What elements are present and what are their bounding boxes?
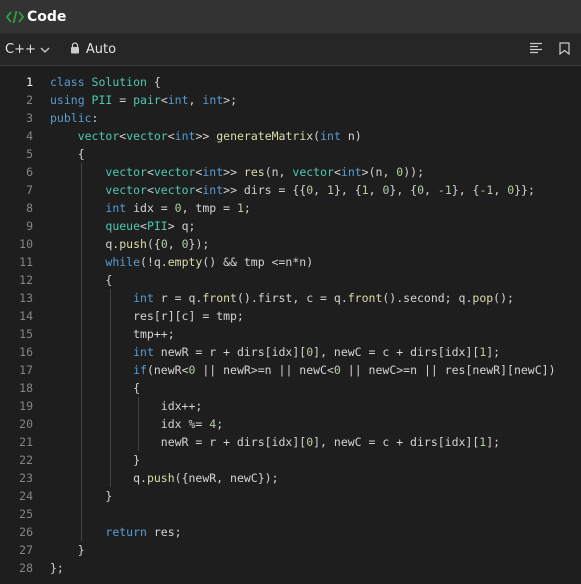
code-text: int r = q.front().first, c = q.front().s…: [133, 291, 514, 305]
code-text: idx++;: [50, 399, 203, 413]
line-number: 28: [19, 561, 33, 575]
bookmark-icon[interactable]: [557, 41, 571, 55]
code-text: tmp++;: [50, 327, 175, 341]
line-number: 6: [26, 165, 33, 179]
code-text: newR = r + dirs[idx][0], newC = c + dirs…: [50, 435, 501, 449]
format-icon[interactable]: [529, 41, 543, 55]
code-line[interactable]: 6 vector<vector<int>> res(n, vector<int>…: [0, 163, 581, 181]
line-number: 12: [19, 273, 33, 287]
code-text: using PII = pair<int, int>;: [50, 93, 238, 107]
line-number: 18: [19, 381, 33, 395]
line-number: 17: [19, 363, 33, 377]
line-number: 4: [26, 129, 33, 143]
indent-guide: [80, 163, 82, 541]
code-line[interactable]: 1 class Solution {: [0, 73, 581, 91]
line-number: 19: [19, 399, 33, 413]
code-text: {: [50, 147, 85, 161]
code-line[interactable]: 14 res[r][c] = tmp;: [0, 307, 581, 325]
code-line[interactable]: 27 }: [0, 541, 581, 559]
code-line[interactable]: 11 while(!q.empty() && tmp <=n*n): [0, 253, 581, 271]
code-text: return res;: [105, 525, 182, 539]
line-number: 24: [19, 489, 33, 503]
line-number: 22: [19, 453, 33, 467]
line-number: 25: [19, 507, 33, 521]
code-text: int newR = r + dirs[idx][0], newC = c + …: [133, 345, 501, 359]
line-number: 21: [19, 435, 33, 449]
indent-guide: [109, 289, 111, 487]
code-text: res[r][c] = tmp;: [50, 309, 244, 323]
code-text: q.push({newR, newC});: [50, 471, 279, 485]
code-line[interactable]: 28};: [0, 559, 581, 577]
line-number: 23: [19, 471, 33, 485]
code-line[interactable]: 7 vector<vector<int>> dirs = {{0, 1}, {1…: [0, 181, 581, 199]
line-number: 1: [26, 75, 33, 89]
line-number: 27: [19, 543, 33, 557]
line-number: 14: [19, 309, 33, 323]
line-number: 5: [26, 147, 33, 161]
line-number: 7: [26, 183, 33, 197]
line-number: 9: [26, 219, 33, 233]
code-line[interactable]: 3 public:: [0, 109, 581, 127]
code-line[interactable]: 24 }: [0, 487, 581, 505]
language-selector[interactable]: C++: [5, 42, 50, 57]
code-line[interactable]: 20 idx %= 4;: [0, 415, 581, 433]
line-number: 15: [19, 327, 33, 341]
code-line[interactable]: 2 using PII = pair<int, int>;: [0, 91, 581, 109]
code-line[interactable]: 4 vector<vector<int>> generateMatrix(int…: [0, 127, 581, 145]
code-line[interactable]: 9 queue<PII> q;: [0, 217, 581, 235]
line-number: 26: [19, 525, 33, 539]
line-number: 10: [19, 237, 33, 251]
code-line[interactable]: 25: [0, 505, 581, 523]
panel-title: Code: [27, 8, 67, 25]
editor-toolbar: C++ Auto: [0, 34, 581, 66]
code-line[interactable]: 17 if(newR<0 || newR>=n || newC<0 || new…: [0, 361, 581, 379]
line-number: 16: [19, 345, 33, 359]
code-line[interactable]: 5 {: [0, 145, 581, 163]
code-line[interactable]: 19 idx++;: [0, 397, 581, 415]
code-text: public:: [50, 111, 99, 125]
line-number: 20: [19, 417, 33, 431]
code-text: }: [50, 543, 85, 557]
line-number: 8: [26, 201, 33, 215]
code-line[interactable]: 18 {: [0, 379, 581, 397]
code-text: q.push({0, 0});: [50, 237, 210, 251]
code-text: };: [50, 561, 64, 575]
code-text: while(!q.empty() && tmp <=n*n): [105, 255, 314, 269]
code-line[interactable]: 8 int idx = 0, tmp = 1;: [0, 199, 581, 217]
code-line[interactable]: 10 q.push({0, 0});: [0, 235, 581, 253]
lock-icon: [70, 41, 80, 58]
code-text: vector<vector<int>> generateMatrix(int n…: [77, 129, 362, 143]
code-line[interactable]: 12 {: [0, 271, 581, 289]
code-text: }: [50, 453, 141, 467]
line-number: 13: [19, 291, 33, 305]
code-line[interactable]: 23 q.push({newR, newC});: [0, 469, 581, 487]
language-label: C++: [5, 42, 36, 57]
mode-label: Auto: [85, 42, 117, 57]
indent-guide: [138, 397, 140, 451]
code-line[interactable]: 16 int newR = r + dirs[idx][0], newC = c…: [0, 343, 581, 361]
code-text: if(newR<0 || newR>=n || newC<0 || newC>=…: [133, 363, 556, 377]
code-text: vector<vector<int>> res(n, vector<int>(n…: [105, 165, 425, 179]
code-icon: [6, 8, 24, 26]
code-text: vector<vector<int>> dirs = {{0, 1}, {1, …: [105, 183, 535, 197]
code-text: queue<PII> q;: [105, 219, 196, 233]
chevron-down-icon: [40, 45, 50, 55]
line-number: 3: [26, 111, 33, 125]
code-editor[interactable]: 1 class Solution { 2 using PII = pair<int, …: [0, 66, 581, 584]
line-number: 2: [26, 93, 33, 107]
code-line[interactable]: 15 tmp++;: [0, 325, 581, 343]
panel-header: Code: [0, 0, 581, 34]
code-line[interactable]: 21 newR = r + dirs[idx][0], newC = c + d…: [0, 433, 581, 451]
code-line[interactable]: 26 return res;: [0, 523, 581, 541]
code-line[interactable]: 22 }: [0, 451, 581, 469]
code-text: class Solution {: [50, 75, 161, 89]
code-text: idx %= 4;: [50, 417, 224, 431]
code-text: {: [50, 381, 141, 395]
line-number: 11: [19, 255, 33, 269]
code-line[interactable]: 13 int r = q.front().first, c = q.front(…: [0, 289, 581, 307]
auto-mode[interactable]: Auto: [70, 41, 117, 58]
